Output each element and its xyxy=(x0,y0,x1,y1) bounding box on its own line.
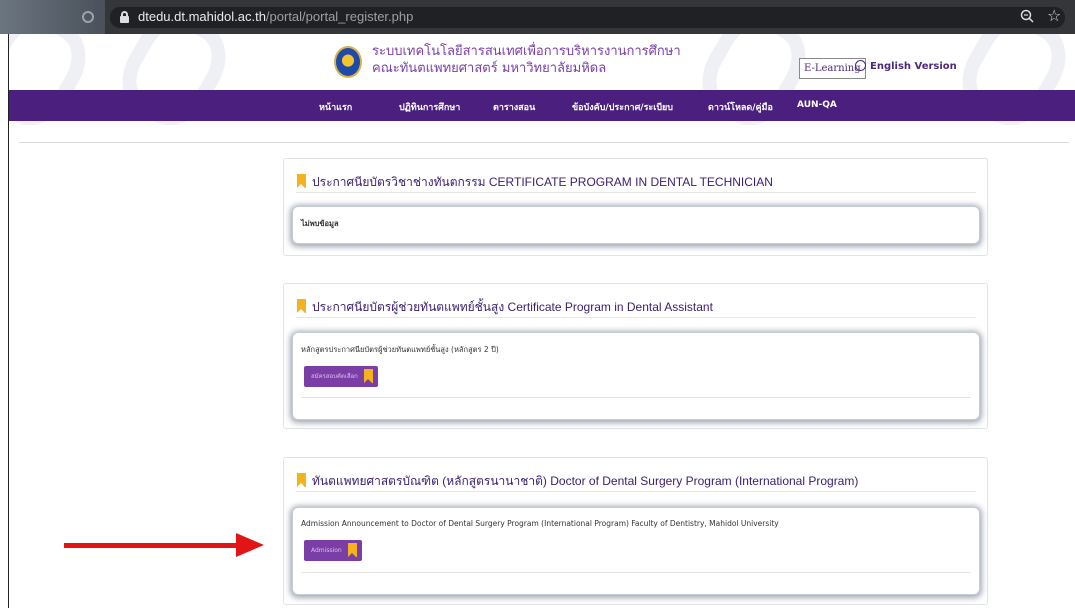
reload-icon[interactable] xyxy=(82,11,94,23)
page: ระบบเทคโนโลยีสารสนเทศเพื่อการบริหารงานกา… xyxy=(8,34,1075,608)
program-card-dental-technician: ประกาศนียบัตรวิชาช่างทันตกรรม CERTIFICAT… xyxy=(283,158,988,256)
browser-toolbar: dtedu.dt.mahidol.ac.th/portal/portal_reg… xyxy=(0,0,1075,34)
card-body: Admission Announcement to Doctor of Dent… xyxy=(292,507,980,595)
program-card-dds-international: ทันตแพทยศาสตรบัณฑิต (หลักสูตรนานาชาติ) D… xyxy=(283,457,988,605)
card-body: หลักสูตรประกาศนียบัตรผู้ช่วยทันตแพทย์ชั้… xyxy=(292,332,980,420)
zoom-icon[interactable] xyxy=(1020,9,1034,23)
program-card-dental-assistant: ประกาศนียบัตรผู้ช่วยทันตแพทย์ชั้นสูง Cer… xyxy=(283,283,988,429)
admission-button[interactable]: Admission xyxy=(304,540,362,561)
card-header: ประกาศนียบัตรวิชาช่างทันตกรรม CERTIFICAT… xyxy=(296,171,976,193)
bookmark-ribbon-icon xyxy=(297,473,306,487)
english-version-label: English Version xyxy=(870,61,957,72)
program-description: Admission Announcement to Doctor of Dent… xyxy=(301,519,779,528)
apply-exam-button-label: สมัครสอบคัดเลือก xyxy=(311,373,358,380)
nav-item-aun-qa[interactable]: AUN-QA xyxy=(797,100,837,110)
nav-item-downloads[interactable]: ดาวน์โหลด/คู่มือ xyxy=(708,100,773,114)
card-header: ประกาศนียบัตรผู้ช่วยทันตแพทย์ชั้นสูง Cer… xyxy=(296,296,976,318)
lock-icon[interactable] xyxy=(120,11,129,23)
no-data-text: ไม่พบข้อมูล xyxy=(301,219,339,228)
globe-icon xyxy=(855,60,866,71)
main-navbar: หน้าแรก ปฏิทินการศึกษา ตารางสอน ข้อบังคั… xyxy=(9,90,1075,121)
star-icon[interactable]: ☆ xyxy=(1047,7,1061,25)
apply-exam-button[interactable]: สมัครสอบคัดเลือก xyxy=(304,366,378,387)
card-header: ทันตแพทยศาสตรบัณฑิต (หลักสูตรนานาชาติ) D… xyxy=(296,470,976,492)
nav-item-timetable[interactable]: ตารางสอน xyxy=(493,100,535,114)
annotation-arrow-shaft xyxy=(64,543,239,548)
tab-strip-area xyxy=(0,0,105,34)
nav-item-calendar[interactable]: ปฏิทินการศึกษา xyxy=(399,100,460,114)
university-logo[interactable] xyxy=(334,46,362,78)
card-title: ประกาศนียบัตรวิชาช่างทันตกรรม CERTIFICAT… xyxy=(312,175,773,189)
site-title-line2: คณะทันตแพทยศาสตร์ มหาวิทยาลัยมหิดล xyxy=(372,61,607,76)
bookmark-ribbon-icon xyxy=(347,543,357,557)
card-body: ไม่พบข้อมูล xyxy=(292,206,980,244)
watermark-shape xyxy=(687,34,821,140)
inner-divider xyxy=(301,397,971,398)
admission-button-label: Admission xyxy=(311,547,342,554)
site-title-line1: ระบบเทคโนโลยีสารสนเทศเพื่อการบริหารงานกา… xyxy=(372,44,681,59)
card-title: ทันตแพทยศาสตรบัณฑิต (หลักสูตรนานาชาติ) D… xyxy=(312,474,859,488)
nav-item-regulations[interactable]: ข้อบังคับ/ประกาศ/ระเบียบ xyxy=(572,100,673,114)
url-host: dtedu.dt.mahidol.ac.th xyxy=(138,9,266,24)
bookmark-ribbon-icon xyxy=(297,174,306,188)
program-description: หลักสูตรประกาศนียบัตรผู้ช่วยทันตแพทย์ชั้… xyxy=(301,345,499,354)
url-path: /portal/portal_register.php xyxy=(265,9,414,24)
content-divider xyxy=(19,142,1069,143)
bookmark-ribbon-icon xyxy=(297,299,306,313)
annotation-arrow-icon xyxy=(236,533,264,557)
watermark-shape xyxy=(9,34,101,140)
site-header: ระบบเทคโนโลยีสารสนเทศเพื่อการบริหารงานกา… xyxy=(9,34,1075,140)
watermark-shape xyxy=(107,34,241,140)
site-title: ระบบเทคโนโลยีสารสนเทศเพื่อการบริหารงานกา… xyxy=(372,43,681,77)
watermark-shape xyxy=(947,34,1075,140)
url-text[interactable]: dtedu.dt.mahidol.ac.th/portal/portal_reg… xyxy=(138,9,413,24)
english-version-link[interactable]: English Version xyxy=(855,60,957,72)
bookmark-ribbon-icon xyxy=(363,369,373,383)
nav-item-home[interactable]: หน้าแรก xyxy=(319,100,352,114)
inner-divider xyxy=(301,572,971,573)
card-title: ประกาศนียบัตรผู้ช่วยทันตแพทย์ชั้นสูง Cer… xyxy=(312,300,713,314)
